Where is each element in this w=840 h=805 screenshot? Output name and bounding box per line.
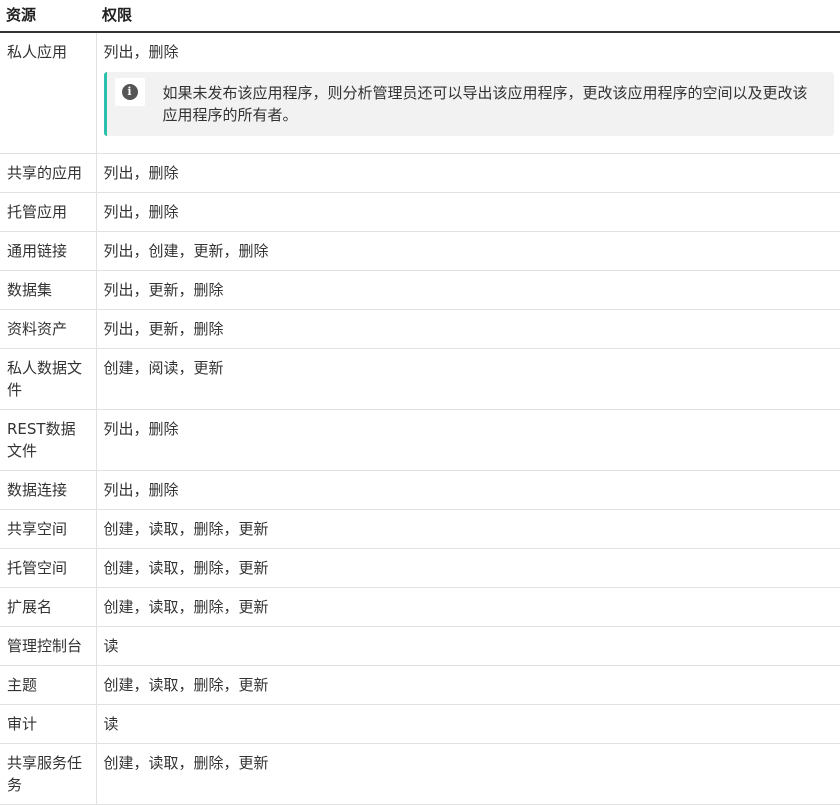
resource-cell: 资料资产 <box>0 309 97 349</box>
permission-cell: 列出，创建，更新，删除 <box>96 231 840 271</box>
resource-cell: REST数据文件 <box>0 409 97 471</box>
permission-cell: 列出，删除 <box>96 409 840 471</box>
permission-cell: 列出，更新，删除 <box>96 270 840 310</box>
table-row: 管理控制台 读 <box>0 626 840 666</box>
resource-cell: 共享服务任务 <box>0 743 97 805</box>
resource-cell: 通用链接 <box>0 231 97 271</box>
resource-cell: 托管应用 <box>0 192 97 232</box>
table-row: 共享的应用 列出，删除 <box>0 153 840 193</box>
table-row: 私人应用 列出，删除 i 如果未发布该应用程序，则分析管理员还可以导出该应用程序… <box>0 32 840 154</box>
table-row: 审计 读 <box>0 704 840 744</box>
permission-cell: 列出，删除 <box>96 153 840 193</box>
table-row: 主题 创建，读取，删除，更新 <box>0 665 840 705</box>
table-row: 数据连接 列出，删除 <box>0 470 840 510</box>
table-row: 通用链接 列出，创建，更新，删除 <box>0 231 840 271</box>
resource-cell: 私人数据文件 <box>0 348 97 410</box>
resource-cell: 管理控制台 <box>0 626 97 666</box>
permission-cell: 创建，读取，删除，更新 <box>96 548 840 588</box>
note-text: 如果未发布该应用程序，则分析管理员还可以导出该应用程序，更改该应用程序的空间以及… <box>162 84 808 124</box>
resource-cell: 托管空间 <box>0 548 97 588</box>
table-row: 共享服务任务 创建，读取，删除，更新 <box>0 743 840 805</box>
table-row: 托管应用 列出，删除 <box>0 192 840 232</box>
info-circle-icon: i <box>121 84 138 100</box>
table-row: 私人数据文件 创建，阅读，更新 <box>0 348 840 410</box>
resource-cell: 审计 <box>0 704 97 744</box>
permission-cell: 列出，删除 <box>96 470 840 510</box>
table-header-row: 资源 权限 <box>0 0 840 33</box>
resource-cell: 主题 <box>0 665 97 705</box>
permission-cell: 列出，删除 i 如果未发布该应用程序，则分析管理员还可以导出该应用程序，更改该应… <box>96 32 840 154</box>
permission-cell: 创建，阅读，更新 <box>96 348 840 410</box>
permission-cell: 读 <box>96 626 840 666</box>
permission-cell: 创建，读取，删除，更新 <box>96 509 840 549</box>
resource-cell: 共享空间 <box>0 509 97 549</box>
resource-cell: 数据连接 <box>0 470 97 510</box>
table-row: 扩展名 创建，读取，删除，更新 <box>0 587 840 627</box>
header-permission: 权限 <box>96 0 840 33</box>
permission-cell: 列出，删除 <box>96 192 840 232</box>
info-note: i 如果未发布该应用程序，则分析管理员还可以导出该应用程序，更改该应用程序的空间… <box>103 72 834 136</box>
table-row: 资料资产 列出，更新，删除 <box>0 309 840 349</box>
permissions-table: 资源 权限 私人应用 列出，删除 i 如果未发布该应用程序，则分析管理员还可以导… <box>0 0 840 805</box>
resource-cell: 共享的应用 <box>0 153 97 193</box>
table-row: 托管空间 创建，读取，删除，更新 <box>0 548 840 588</box>
permission-cell: 创建，读取，删除，更新 <box>96 587 840 627</box>
permission-cell: 创建，读取，删除，更新 <box>96 665 840 705</box>
table-row: 数据集 列出，更新，删除 <box>0 270 840 310</box>
permission-cell: 创建，读取，删除，更新 <box>96 743 840 805</box>
table-row: 共享空间 创建，读取，删除，更新 <box>0 509 840 549</box>
header-resource: 资源 <box>0 0 96 33</box>
resource-cell: 私人应用 <box>0 32 97 154</box>
permission-text: 列出，删除 <box>103 43 179 61</box>
table-row: REST数据文件 列出，删除 <box>0 409 840 471</box>
resource-cell: 数据集 <box>0 270 97 310</box>
permission-cell: 读 <box>96 704 840 744</box>
resource-cell: 扩展名 <box>0 587 97 627</box>
permission-cell: 列出，更新，删除 <box>96 309 840 349</box>
